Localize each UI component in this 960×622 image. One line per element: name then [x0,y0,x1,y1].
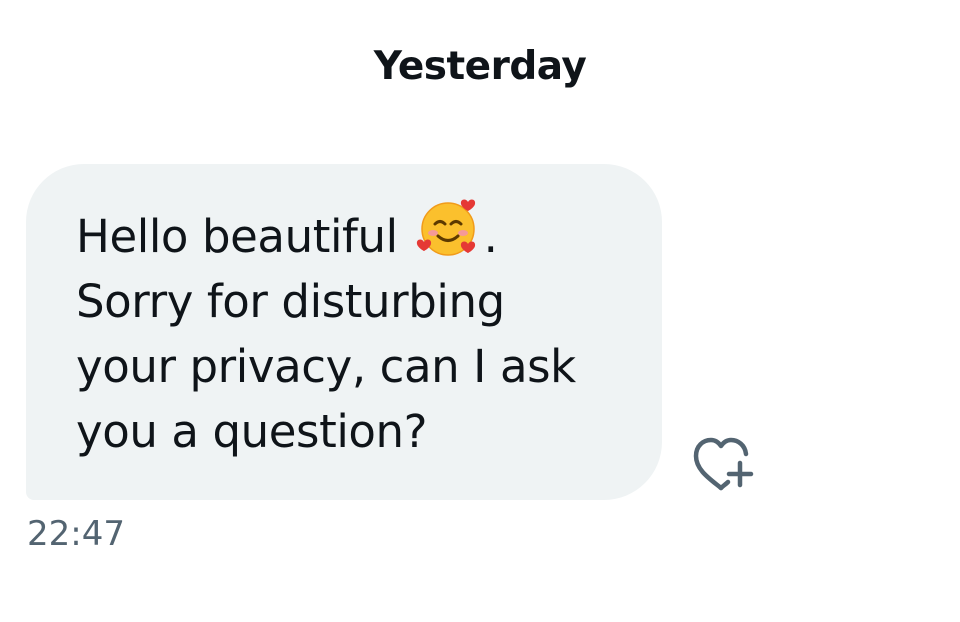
message-bubble[interactable]: Hello beautiful . Sorry for disturbing y… [26,164,662,500]
message-timestamp: 22:47 [27,514,125,554]
message-line-1: Hello beautiful . [76,196,622,269]
add-reaction-button[interactable] [690,434,756,494]
message-text-segment: Hello beautiful [76,210,412,263]
message-line-3: your privacy, can I ask [76,340,576,393]
date-separator: Yesterday [373,44,587,89]
message-text-segment: . [483,210,498,263]
heart-plus-icon [690,434,756,494]
smiling-face-with-hearts-icon [416,196,482,258]
message-line-4: you a question? [76,405,428,458]
message-line-2: Sorry for disturbing [76,275,505,328]
